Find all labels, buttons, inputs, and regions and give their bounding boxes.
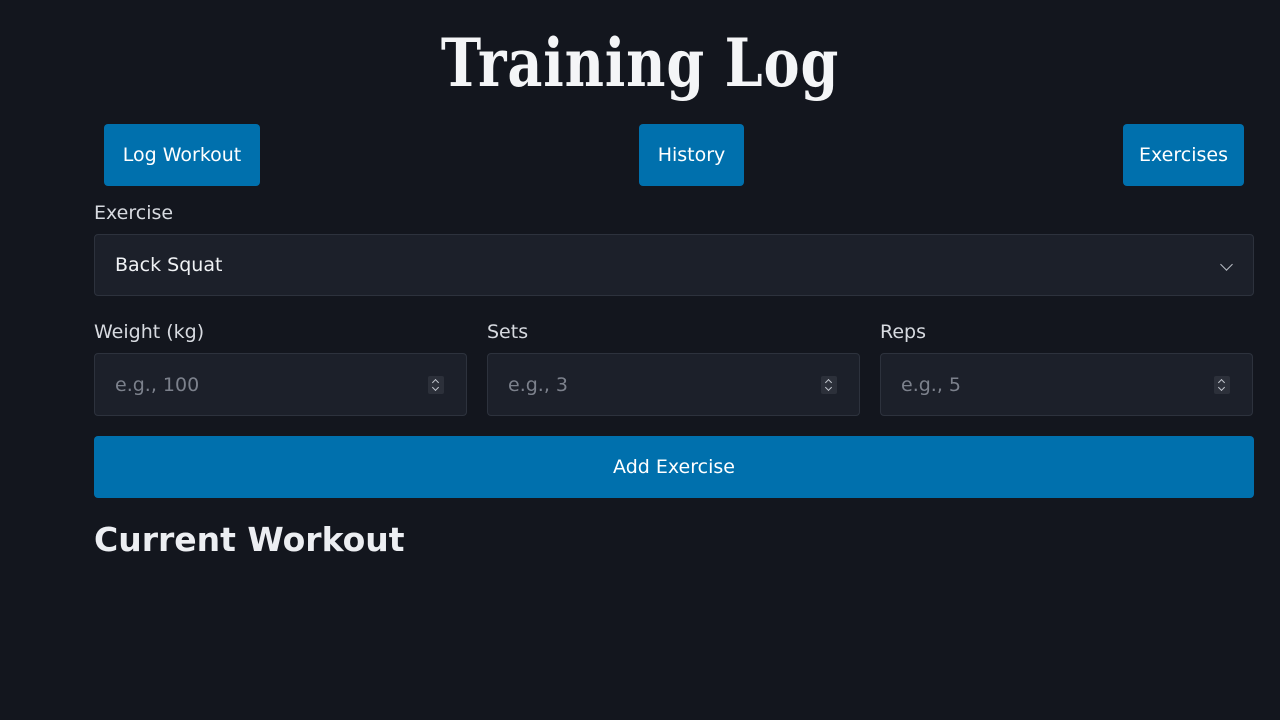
reps-input[interactable] [881, 354, 1201, 415]
add-exercise-button[interactable]: Add Exercise [94, 436, 1254, 498]
weight-input[interactable] [95, 354, 415, 415]
log-workout-button[interactable]: Log Workout [104, 124, 260, 186]
current-workout-title: Current Workout [94, 520, 405, 559]
sets-label: Sets [487, 321, 529, 343]
exercise-label: Exercise [94, 202, 174, 224]
app-title: Training Log [440, 24, 840, 102]
history-button[interactable]: History [639, 124, 744, 186]
sets-input[interactable] [488, 354, 808, 415]
sets-spinner-icon[interactable] [821, 376, 837, 394]
weight-field [94, 353, 467, 416]
chevron-down-icon [1220, 258, 1233, 271]
weight-spinner-icon[interactable] [428, 376, 444, 394]
weight-label: Weight (kg) [94, 321, 205, 343]
exercises-button[interactable]: Exercises [1123, 124, 1244, 186]
exercise-select-value: Back Squat [115, 254, 223, 276]
sets-field [487, 353, 860, 416]
reps-spinner-icon[interactable] [1214, 376, 1230, 394]
exercise-select[interactable]: Back Squat [94, 234, 1254, 296]
reps-label: Reps [880, 321, 926, 343]
reps-field [880, 353, 1253, 416]
